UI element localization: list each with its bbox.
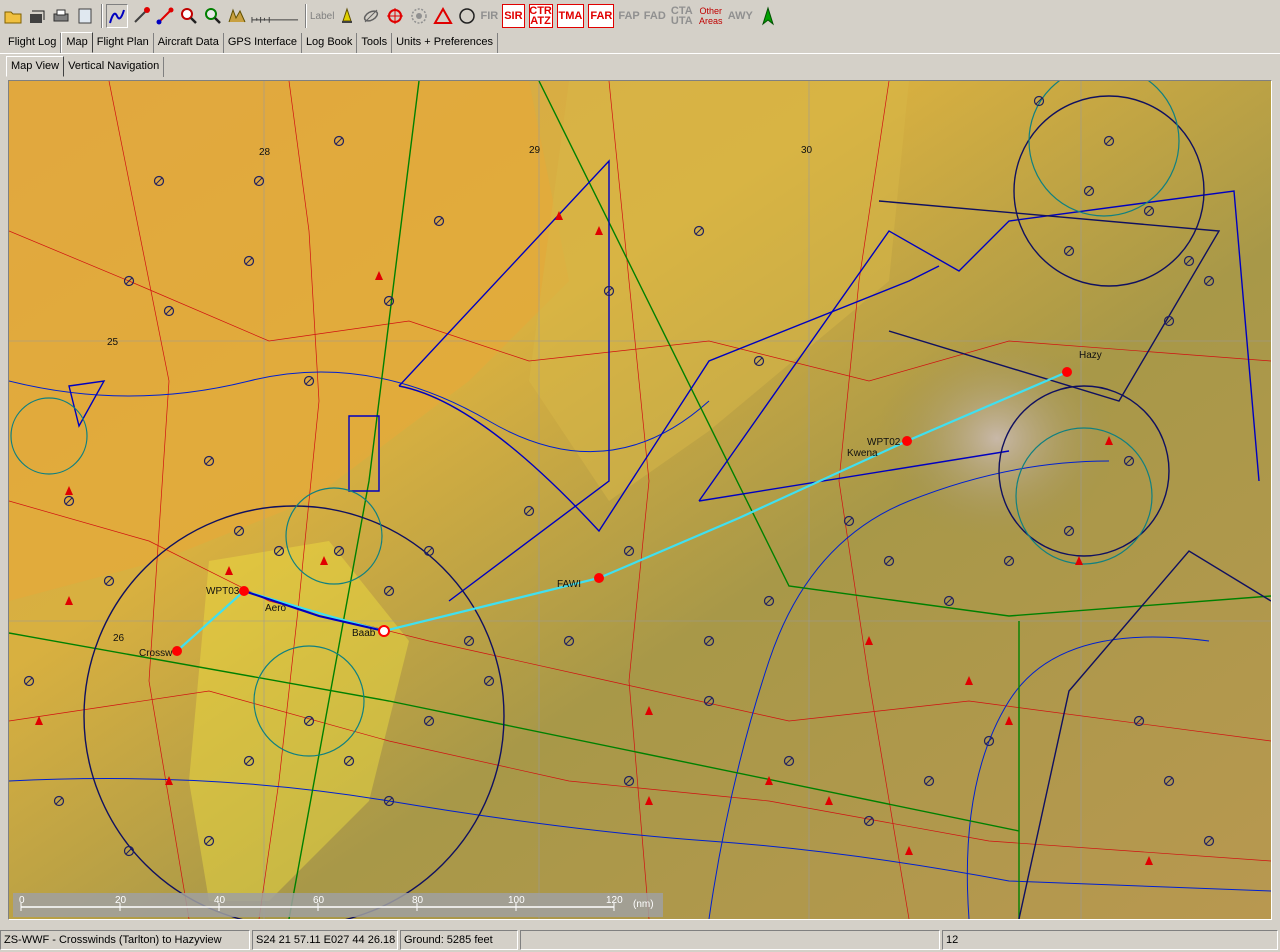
label-tool-button[interactable]: Label [310, 11, 334, 22]
waypoint-label: WPT03 [206, 586, 240, 597]
waypoint-label: Crossw [139, 648, 173, 659]
status-bar: ZS-WWF - Crosswinds (Tarlton) to Hazyvie… [0, 930, 1280, 952]
waypoint-label: Baab [352, 628, 376, 639]
scale-tick-label: 80 [412, 895, 424, 906]
scale-tick-label: 120 [606, 895, 623, 906]
waypoint-hazy[interactable] [1062, 367, 1072, 377]
toolbar-separator [101, 4, 103, 28]
escarpment-region [709, 281, 1109, 631]
airspace-toggle-fap[interactable]: FAP [618, 4, 639, 28]
status-empty [520, 930, 940, 950]
scale-unit: (nm) [633, 899, 654, 910]
tab-flight-log[interactable]: Flight Log [4, 33, 62, 53]
scale-tick-label: 40 [214, 895, 226, 906]
navaid-ndb-icon[interactable] [408, 4, 430, 28]
status-flight: ZS-WWF - Crosswinds (Tarlton) to Hazyvie… [0, 930, 250, 950]
waypoint-label: WPT02 [867, 437, 901, 448]
zoom-out-icon[interactable] [202, 4, 224, 28]
tab-flight-plan[interactable]: Flight Plan [93, 33, 154, 53]
open-file-icon[interactable] [26, 4, 48, 28]
tab-units-preferences[interactable]: Units + Preferences [392, 33, 499, 53]
waypoint-label: Hazy [1079, 350, 1102, 361]
open-folder-icon[interactable] [2, 4, 24, 28]
route-draw-icon[interactable] [106, 4, 128, 28]
page-setup-icon[interactable] [74, 4, 96, 28]
sub-tab-bar: Map View Vertical Navigation [0, 55, 1280, 77]
airspace-toggle-ctr-atz[interactable]: CTR ATZ [528, 4, 553, 28]
airspace-toggle-cta-uta[interactable]: CTA UTA [670, 4, 694, 28]
airspace-toggle-far[interactable]: FAR [588, 4, 615, 28]
grid-label: 25 [107, 337, 119, 348]
tab-tools[interactable]: Tools [357, 33, 393, 53]
airspace-toggle-sir[interactable]: SIR [502, 4, 525, 28]
airfield-icon[interactable] [360, 4, 382, 28]
status-position: S24 21 57.11 E027 44 26.18 [252, 930, 398, 950]
airspace-toggle-fad[interactable]: FAD [644, 4, 666, 28]
grid-label: 28 [259, 147, 271, 158]
tab-gps-interface[interactable]: GPS Interface [224, 33, 302, 53]
circle-icon[interactable] [456, 4, 478, 28]
tab-map[interactable]: Map [61, 32, 93, 53]
waypoint-wpt02[interactable] [902, 436, 912, 446]
scale-tick-label: 0 [19, 895, 25, 906]
waypoint-label: FAWI [557, 579, 581, 590]
navaid-vor-icon[interactable] [384, 4, 406, 28]
scale-bar-icon[interactable] [250, 4, 300, 28]
main-tab-bar: Flight Log Map Flight Plan Aircraft Data GPS… [0, 32, 1280, 54]
grid-label: 26 [113, 633, 125, 644]
subtab-map-view[interactable]: Map View [6, 56, 65, 77]
toolbar: Label FIR SIR CTR ATZ TMA FAR FAP FAD CTA UTA Oth… [0, 0, 1280, 32]
status-zoom: 12 [942, 930, 1278, 950]
waypoint-label: Kwena [847, 448, 878, 459]
waypoint-fawi[interactable] [594, 573, 604, 583]
terrain-icon[interactable] [226, 4, 248, 28]
map-view[interactable]: 28 29 30 25 26 Crossw WPT03 Aero Baab FA… [8, 80, 1272, 920]
print-icon[interactable] [50, 4, 72, 28]
scale-tick-label: 20 [115, 895, 127, 906]
waypoint-crossw[interactable] [172, 646, 182, 656]
airspace-toggle-fir[interactable]: FIR [480, 4, 498, 28]
toolbar-separator [305, 4, 307, 28]
line-tool-icon[interactable] [154, 4, 176, 28]
grid-label: 29 [529, 145, 541, 156]
scale-tick-label: 100 [508, 895, 525, 906]
map-canvas[interactable]: 28 29 30 25 26 Crossw WPT03 Aero Baab FA… [9, 81, 1271, 919]
north-arrow-icon[interactable] [757, 4, 779, 28]
scale-tick-label: 60 [313, 895, 325, 906]
status-ground: Ground: 5285 feet [400, 930, 518, 950]
route-edit-icon[interactable] [130, 4, 152, 28]
triangle-icon[interactable] [432, 4, 454, 28]
airspace-toggle-other-areas[interactable]: Other Areas [698, 4, 724, 28]
waypoint-label: Aero [265, 603, 287, 614]
waypoint-wpt03[interactable] [239, 586, 249, 596]
zoom-in-icon[interactable] [178, 4, 200, 28]
waypoint-baab[interactable] [378, 625, 390, 637]
airport-icon[interactable] [336, 4, 358, 28]
airspace-toggle-tma[interactable]: TMA [556, 4, 585, 28]
subtab-vertical-navigation[interactable]: Vertical Navigation [64, 57, 165, 77]
tab-log-book[interactable]: Log Book [302, 33, 358, 53]
tab-aircraft-data[interactable]: Aircraft Data [154, 33, 224, 53]
grid-label: 30 [801, 145, 813, 156]
airspace-toggle-awy[interactable]: AWY [728, 4, 753, 28]
scale-bar: 0 20 40 60 80 100 120 (nm) [13, 893, 663, 917]
